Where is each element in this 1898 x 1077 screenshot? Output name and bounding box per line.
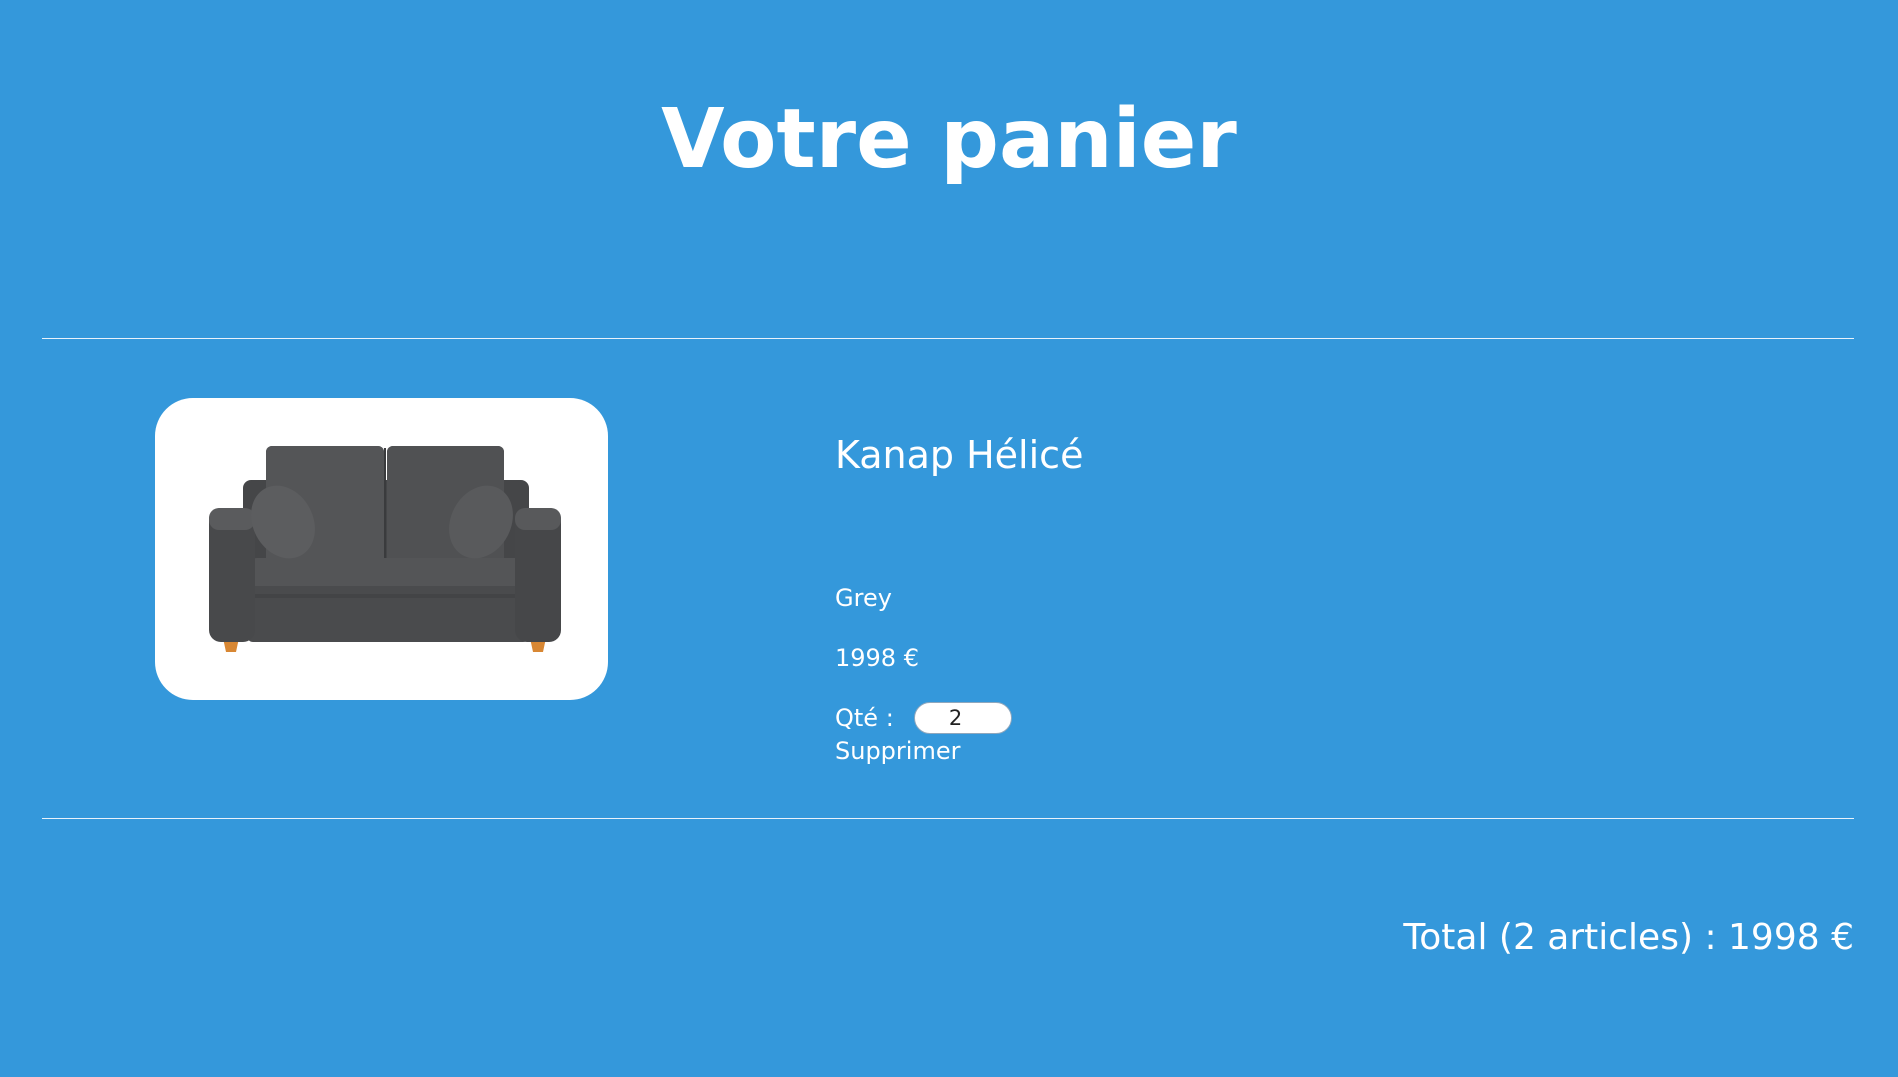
sofa-image <box>209 446 561 652</box>
cart-top-divider <box>42 338 1854 339</box>
product-color: Grey <box>835 584 892 612</box>
product-price: 1998 € <box>835 644 919 672</box>
product-image <box>155 398 608 700</box>
quantity-label: Qté : <box>835 704 894 732</box>
quantity-input[interactable] <box>914 702 1012 734</box>
cart-total: Total (2 articles) : 1998 € <box>1403 917 1854 958</box>
delete-item-button[interactable]: Supprimer <box>835 735 960 767</box>
cart-bottom-divider <box>42 818 1854 819</box>
product-name: Kanap Hélicé <box>835 433 1084 477</box>
page-title: Votre panier <box>661 92 1237 187</box>
